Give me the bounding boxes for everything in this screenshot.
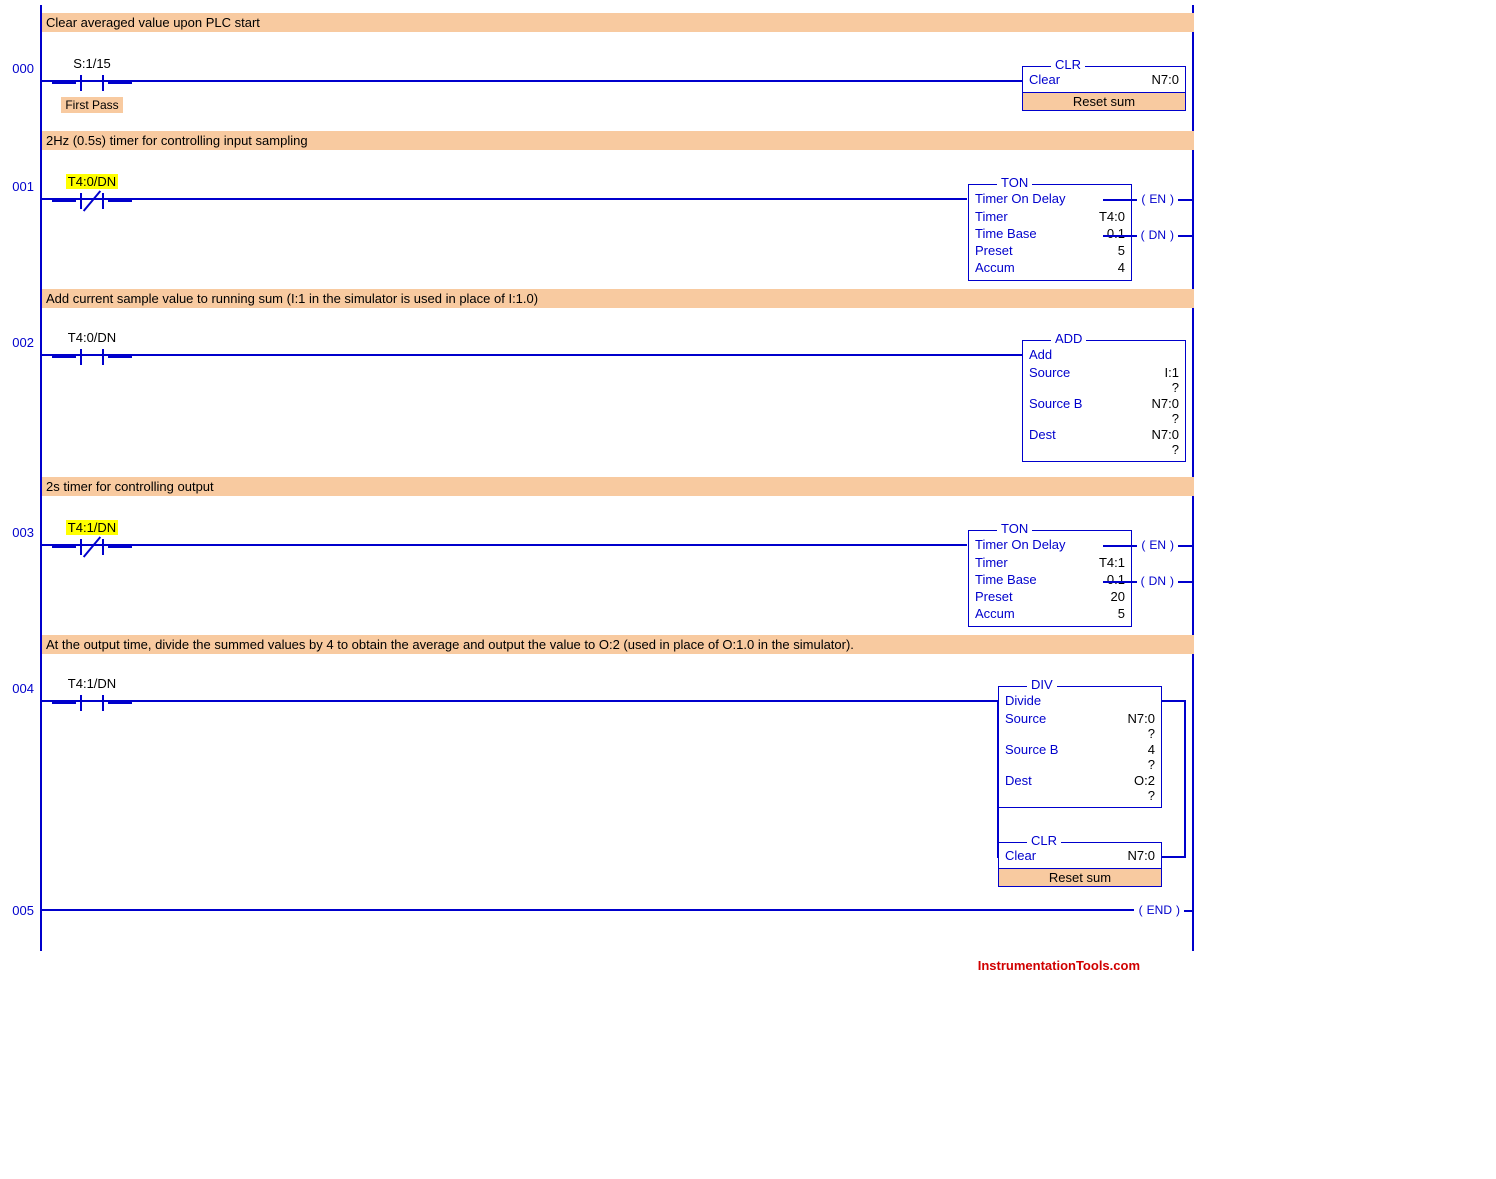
- rung-004: 004 At the output time, divide the summe…: [0, 635, 1200, 875]
- instr-footer: Reset sum: [999, 868, 1161, 886]
- rung-number: 001: [4, 179, 34, 194]
- instr-header: ADD: [1051, 331, 1086, 346]
- instr-header: TON: [997, 175, 1032, 190]
- contact-xic-t41dn: T4:1/DN: [52, 520, 132, 557]
- contact-xic-t40dn: T4:0/DN: [52, 174, 132, 211]
- rung-wire: [42, 80, 1022, 82]
- ladder-diagram: 000 Clear averaged value upon PLC start …: [0, 0, 1200, 981]
- rung-comment: Add current sample value to running sum …: [42, 289, 1194, 308]
- instr-title: Divide: [1005, 693, 1155, 708]
- rung-wire: [42, 198, 967, 200]
- instr-footer: Reset sum: [1023, 92, 1185, 110]
- rung-number: 004: [4, 681, 34, 696]
- rung-003: 003 2s timer for controlling output T4:1…: [0, 477, 1200, 607]
- rung-number: 005: [4, 903, 34, 918]
- contact-xio-t40dn: T4:0/DN: [52, 330, 132, 367]
- footer-credit: InstrumentationTools.com: [978, 958, 1140, 973]
- instr-value: N7:0: [1128, 847, 1155, 864]
- rung-000: 000 Clear averaged value upon PLC start …: [0, 13, 1200, 103]
- contact-description: First Pass: [61, 97, 122, 113]
- rung-comment: 2s timer for controlling output: [42, 477, 1194, 496]
- rung-wire: [42, 544, 967, 546]
- add-instruction-box: ADD Add SourceI:1 ? Source BN7:0 ? DestN…: [1022, 340, 1186, 462]
- contact-xio-t41dn: T4:1/DN: [52, 676, 132, 713]
- branch-right-rail: [1184, 700, 1186, 858]
- contact-xio-first-pass: S:1/15 First Pass: [52, 56, 132, 113]
- rung-comment: 2Hz (0.5s) timer for controlling input s…: [42, 131, 1194, 150]
- instr-value: N7:0: [1152, 71, 1179, 88]
- clr-instruction-box: CLR Clear N7:0 Reset sum: [1022, 66, 1186, 111]
- rung-002: 002 Add current sample value to running …: [0, 289, 1200, 449]
- contact-address: T4:0/DN: [66, 174, 118, 189]
- rung-number: 002: [4, 335, 34, 350]
- rung-number: 000: [4, 61, 34, 76]
- en-output: (EN): [1137, 538, 1178, 552]
- instr-title: Clear: [1029, 71, 1060, 88]
- branch-wire-top-right: [1161, 700, 1186, 702]
- rung-comment: At the output time, divide the summed va…: [42, 635, 1194, 654]
- instr-header: CLR: [1027, 833, 1061, 848]
- dn-output: (DN): [1137, 228, 1178, 242]
- contact-address: T4:1/DN: [66, 520, 118, 535]
- contact-address: S:1/15: [52, 56, 132, 71]
- rung-wire: [42, 354, 1022, 356]
- rung-005-end: 005 (END): [0, 903, 1200, 923]
- div-instruction-box: DIV Divide SourceN7:0 ? Source B4 ? Dest…: [998, 686, 1162, 808]
- instr-header: DIV: [1027, 677, 1057, 692]
- contact-address: T4:0/DN: [52, 330, 132, 345]
- rung-comment: Clear averaged value upon PLC start: [42, 13, 1194, 32]
- instr-title: Clear: [1005, 847, 1036, 864]
- instr-title: Add: [1029, 347, 1179, 362]
- rung-wire: [42, 909, 1134, 911]
- instr-header: TON: [997, 521, 1032, 536]
- contact-address: T4:1/DN: [52, 676, 132, 691]
- rung-number: 003: [4, 525, 34, 540]
- dn-output: (DN): [1137, 574, 1178, 588]
- end-output: (END): [1135, 903, 1184, 917]
- instr-header: CLR: [1051, 57, 1085, 72]
- en-output: (EN): [1137, 192, 1178, 206]
- rung-001: 001 2Hz (0.5s) timer for controlling inp…: [0, 131, 1200, 261]
- rung-wire: [42, 700, 997, 702]
- clr-instruction-box-2: CLR Clear N7:0 Reset sum: [998, 842, 1162, 887]
